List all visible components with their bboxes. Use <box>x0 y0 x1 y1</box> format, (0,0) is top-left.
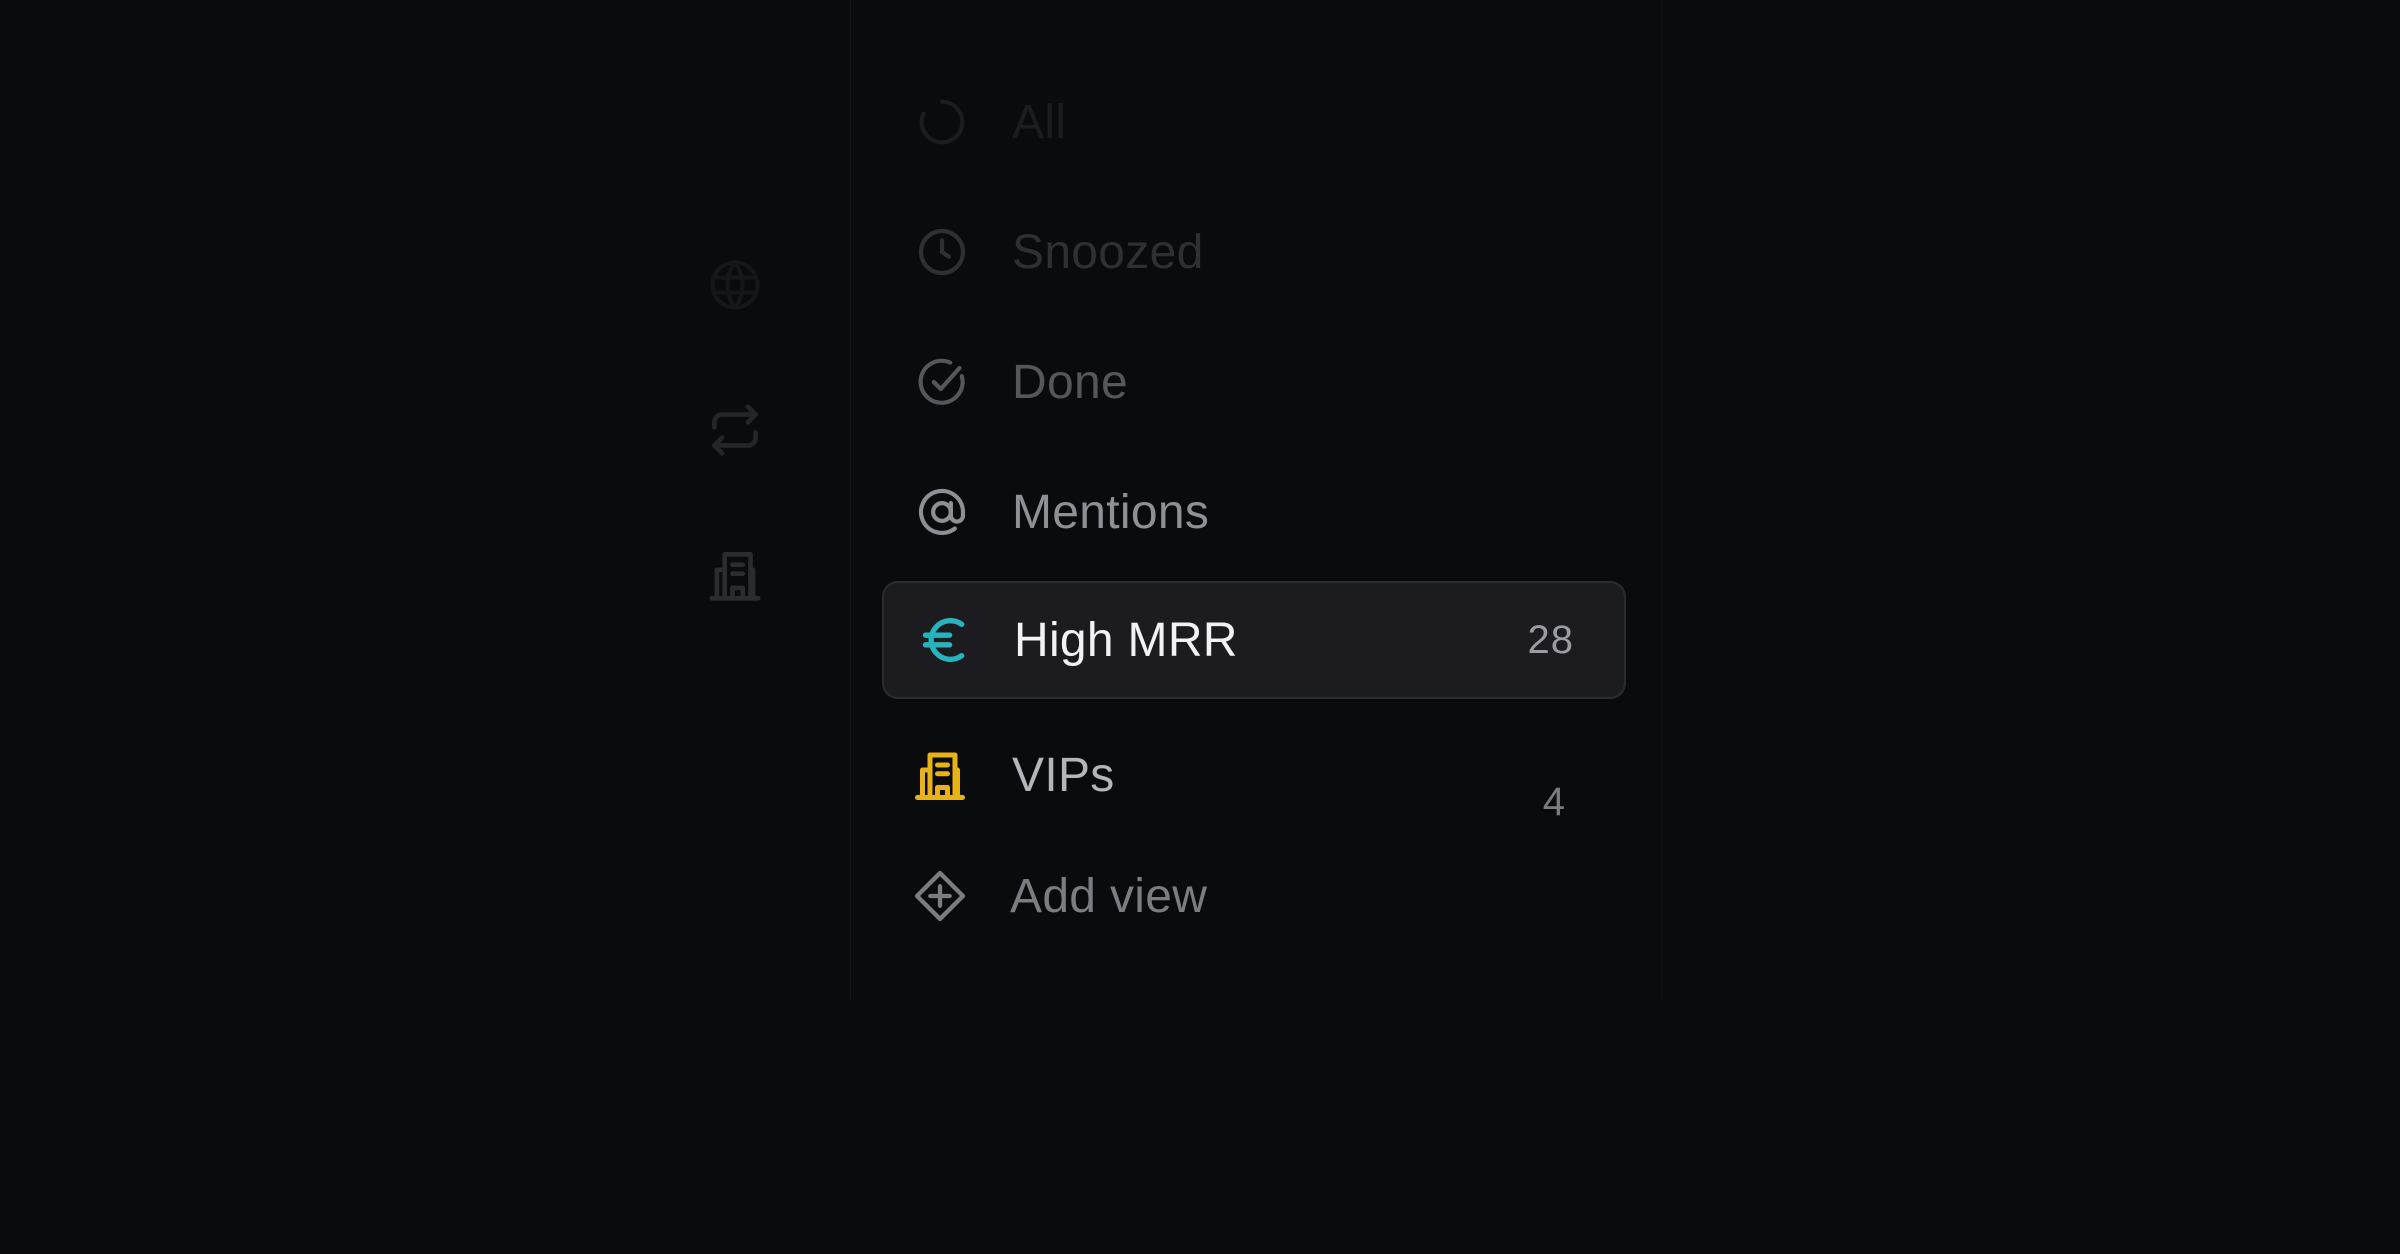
building-icon[interactable] <box>690 530 780 620</box>
at-icon <box>912 482 972 542</box>
add-view-button[interactable]: Add view <box>882 837 1626 955</box>
left-rail <box>690 240 780 640</box>
view-label: Mentions <box>1012 485 1210 539</box>
view-label: High MRR <box>1014 613 1238 667</box>
view-label: All <box>1012 95 1067 149</box>
view-item-high-mrr[interactable]: High MRR 28 <box>882 581 1626 699</box>
check-circle-icon <box>912 352 972 412</box>
view-count: 28 <box>1527 617 1574 662</box>
repeat-icon[interactable] <box>690 385 780 475</box>
loader-icon <box>912 92 972 152</box>
plus-diamond-icon <box>910 866 970 926</box>
clock-icon <box>912 222 972 282</box>
view-item-vips[interactable]: VIPs 4 <box>882 716 1626 834</box>
view-label: Done <box>1012 355 1128 409</box>
view-label: VIPs <box>1012 748 1115 802</box>
globe-icon[interactable] <box>690 240 780 330</box>
euro-icon <box>916 610 976 670</box>
view-item-done[interactable]: Done <box>882 323 1626 441</box>
building-icon <box>910 745 970 805</box>
view-item-snoozed[interactable]: Snoozed <box>882 193 1626 311</box>
view-count: 4 <box>1542 780 1566 824</box>
view-item-all[interactable]: All <box>882 63 1626 181</box>
view-item-mentions[interactable]: Mentions <box>882 453 1626 571</box>
view-label: Snoozed <box>1012 225 1204 279</box>
add-view-label: Add view <box>1010 869 1208 923</box>
app-stage: All Snoozed Done Mentions High MRR 28 VI… <box>0 0 2400 1254</box>
